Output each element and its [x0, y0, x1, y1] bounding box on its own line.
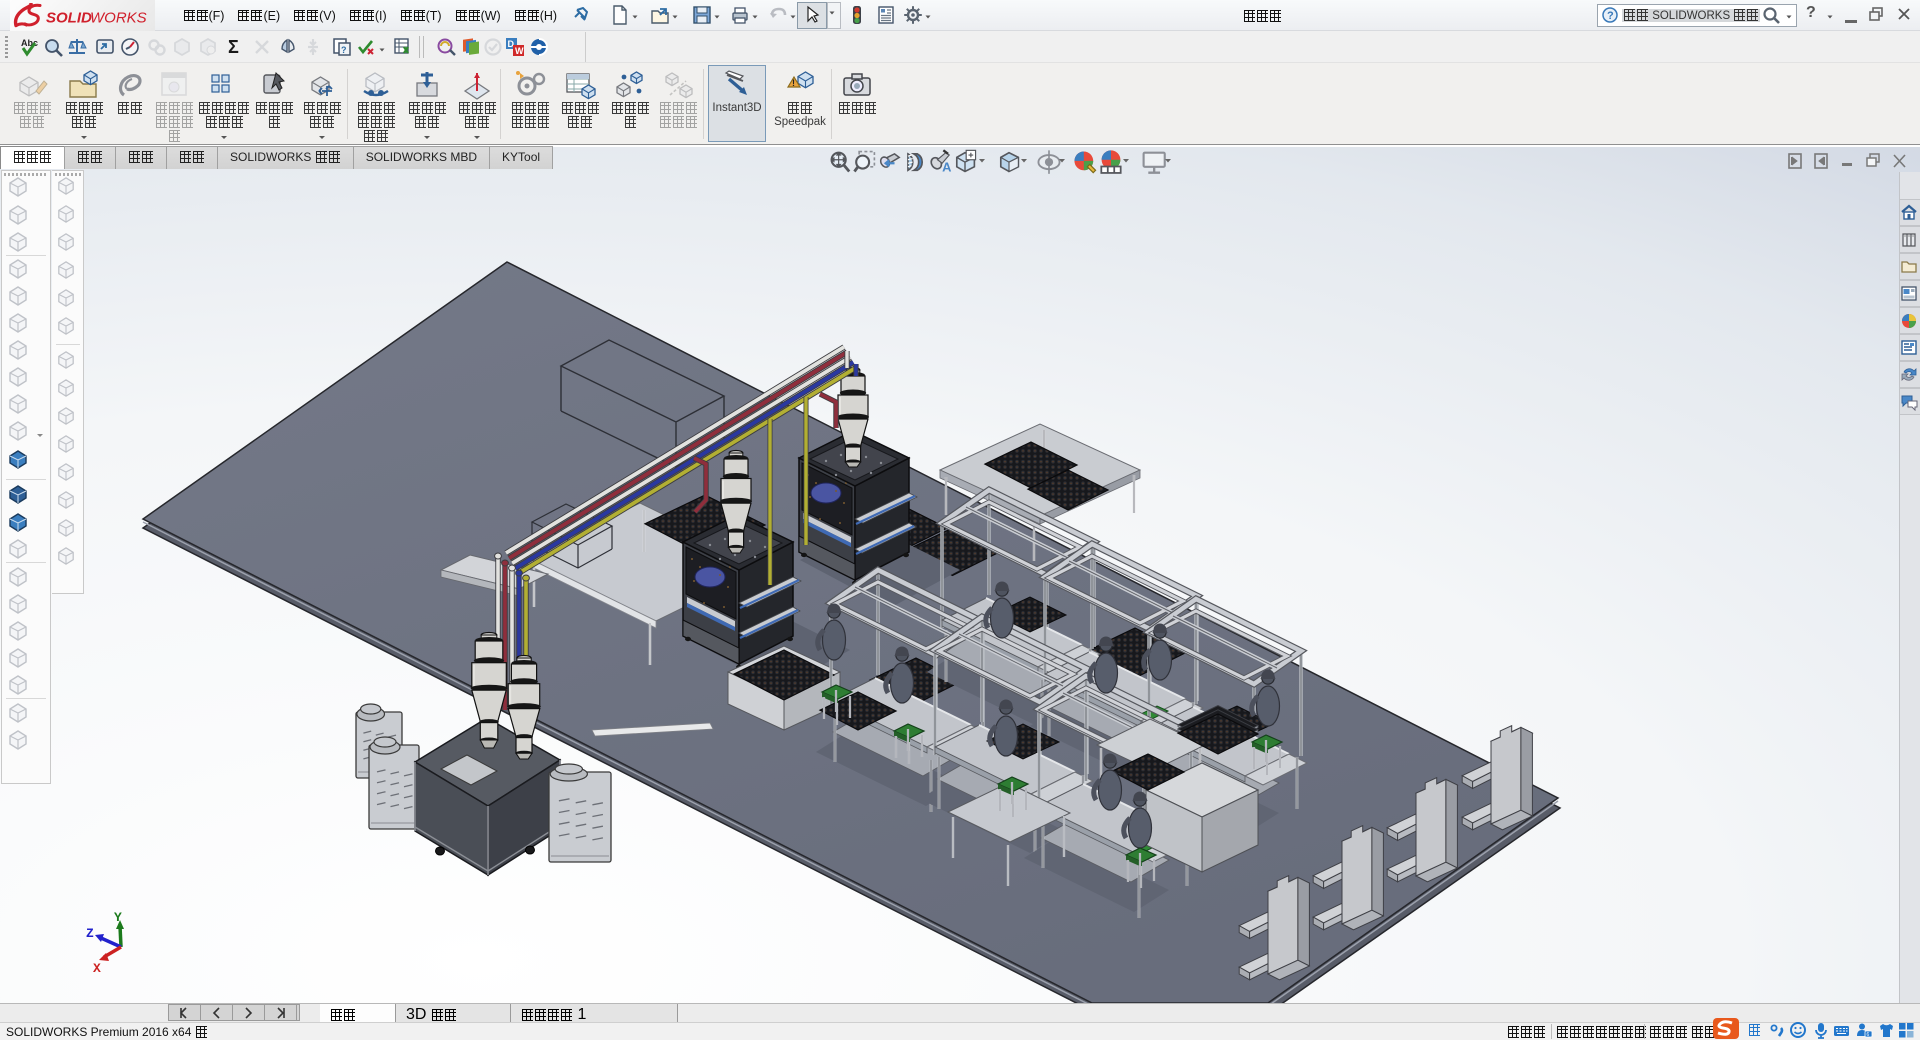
svg-text:?: ? [341, 45, 347, 55]
svg-text:!: ! [792, 78, 795, 88]
svg-text:?: ? [1607, 10, 1614, 22]
svg-text:SOLID: SOLID [46, 9, 92, 26]
svg-text:X: X [93, 961, 101, 976]
svg-text:Z: Z [86, 926, 94, 941]
svg-text:Abc: Abc [21, 38, 38, 48]
svg-text:Σ: Σ [228, 37, 239, 57]
svg-text:6: 6 [1867, 1032, 1870, 1038]
svg-text:W: W [515, 46, 524, 56]
svg-text:A: A [942, 159, 951, 174]
svg-text:WORKS: WORKS [90, 9, 147, 26]
svg-text:Y: Y [114, 910, 122, 925]
